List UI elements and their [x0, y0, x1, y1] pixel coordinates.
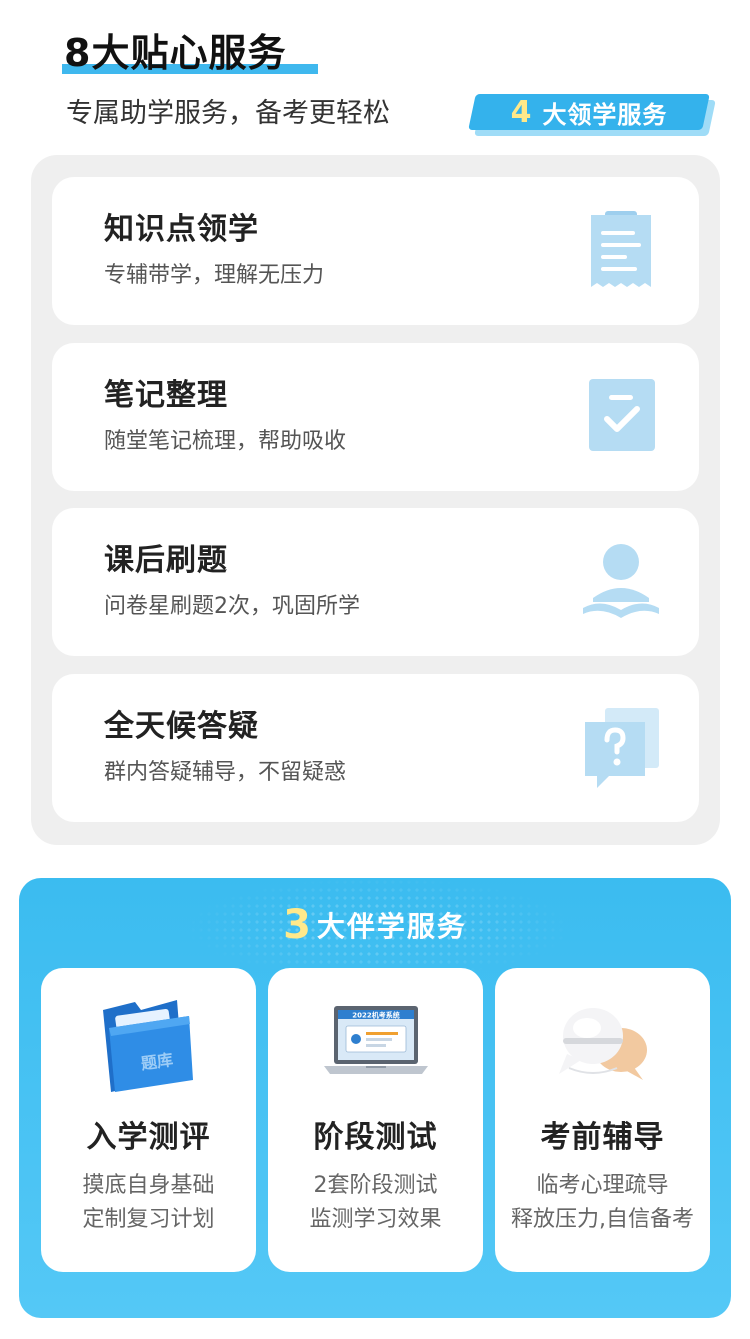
badge-number: 4 — [510, 94, 533, 130]
companion-label: 大伴学服务 — [316, 910, 467, 943]
companion-card-desc: 摸底自身基础 定制复习计划 — [41, 1169, 256, 1237]
service-title: 全天候答疑 — [104, 709, 259, 744]
service-desc: 问卷星刷题2次，巩固所学 — [104, 594, 360, 619]
companion-card-pre-exam[interactable]: 考前辅导 临考心理疏导 释放压力,自信备考 — [495, 968, 710, 1272]
service-desc: 专辅带学，理解无压力 — [104, 263, 325, 288]
service-title: 笔记整理 — [104, 378, 228, 413]
companion-card-title: 考前辅导 — [540, 1120, 665, 1155]
laptop-icon: 2022机考系统 — [323, 1006, 428, 1074]
service-card-notes[interactable]: 笔记整理 随堂笔记梳理，帮助吸收 — [52, 343, 699, 491]
service-card-knowledge[interactable]: 知识点领学 专辅带学，理解无压力 — [52, 177, 699, 325]
service-desc: 群内答疑辅导，不留疑惑 — [104, 760, 347, 785]
service-title: 知识点领学 — [104, 212, 259, 247]
lead-services-panel: 知识点领学 专辅带学，理解无压力 笔记整理 随堂笔记梳理，帮助吸收 课后刷题 问… — [31, 155, 720, 845]
folder-icon: 题库 — [102, 1000, 193, 1092]
companion-card-desc-line: 定制复习计划 — [82, 1207, 215, 1232]
companion-card-desc-line: 摸底自身基础 — [82, 1173, 215, 1198]
laptop-screen-text: 2022机考系统 — [352, 1011, 399, 1020]
badge-text: 4 大领学服务 — [472, 94, 706, 130]
companion-card-desc-line: 2套阶段测试 — [313, 1173, 438, 1198]
page-subtitle: 专属助学服务，备考更轻松 — [66, 98, 390, 129]
service-card-qa[interactable]: 全天候答疑 群内答疑辅导，不留疑惑 — [52, 674, 699, 822]
companion-card-title: 阶段测试 — [313, 1120, 438, 1155]
page-title: 8大贴心服务 — [64, 31, 287, 75]
chat-bubbles-icon — [558, 1008, 647, 1080]
companion-title: 3 大伴学服务 — [19, 902, 731, 950]
companion-card-desc-line: 释放压力,自信备考 — [511, 1207, 694, 1232]
companion-services-panel: 3 大伴学服务 题库 入学测评 摸底自身基础 定制复习计划 2022机考系统 阶… — [19, 878, 731, 1318]
service-desc: 随堂笔记梳理，帮助吸收 — [104, 429, 347, 454]
checklist-icon — [589, 379, 655, 451]
companion-card-title: 入学测评 — [86, 1120, 211, 1155]
question-chat-icon — [585, 708, 659, 788]
service-card-practice[interactable]: 课后刷题 问卷星刷题2次，巩固所学 — [52, 508, 699, 656]
page-header: 8大贴心服务 — [64, 28, 286, 78]
companion-number: 3 — [283, 902, 313, 948]
companion-card-desc: 2套阶段测试 监测学习效果 — [268, 1169, 483, 1237]
companion-card-desc: 临考心理疏导 释放压力,自信备考 — [495, 1169, 710, 1237]
document-icon — [591, 211, 651, 287]
reader-icon — [583, 544, 659, 618]
service-title: 课后刷题 — [104, 543, 228, 578]
companion-card-desc-line: 临考心理疏导 — [536, 1173, 669, 1198]
companion-card-desc-line: 监测学习效果 — [309, 1207, 442, 1232]
companion-card-entrance[interactable]: 题库 入学测评 摸底自身基础 定制复习计划 — [41, 968, 256, 1272]
badge-label: 大领学服务 — [542, 100, 668, 129]
companion-card-stage-test[interactable]: 2022机考系统 阶段测试 2套阶段测试 监测学习效果 — [268, 968, 483, 1272]
lead-services-badge: 4 大领学服务 — [468, 94, 716, 136]
